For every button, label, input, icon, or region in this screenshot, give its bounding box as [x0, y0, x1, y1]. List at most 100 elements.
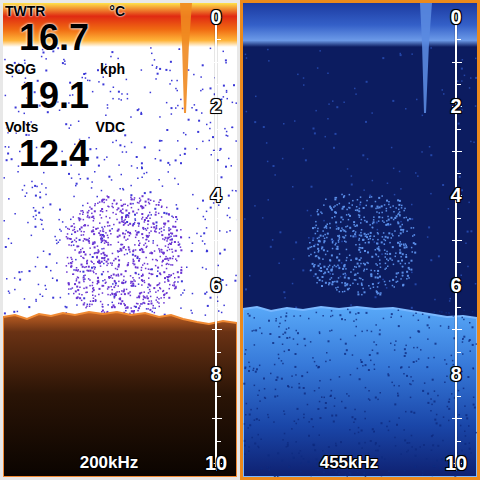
- sonar-return: [156, 221, 158, 223]
- sonar-return: [50, 270, 52, 272]
- fish-return: [166, 264, 168, 266]
- fish-return: [118, 303, 120, 305]
- fish-return: [83, 288, 85, 290]
- fish-return: [178, 244, 180, 246]
- sonar-return: [6, 159, 8, 161]
- sonar-return: [134, 218, 136, 220]
- sonar-return: [191, 107, 193, 109]
- fish-return: [148, 240, 150, 242]
- sonar-return: [355, 93, 357, 95]
- fish-return: [362, 239, 364, 241]
- fish-return: [335, 197, 337, 199]
- fish-return: [378, 246, 380, 248]
- fish-return: [130, 233, 132, 235]
- fish-return: [111, 206, 113, 208]
- sonar-return: [45, 266, 47, 268]
- sonar-panel[interactable]: 0246810 455kHz: [240, 0, 480, 480]
- sonar-return: [151, 53, 153, 55]
- sonar-return: [154, 208, 156, 210]
- fish-return: [114, 306, 116, 308]
- fish-return: [153, 224, 155, 226]
- fish-return: [144, 219, 146, 221]
- sonar-return: [270, 246, 272, 248]
- fish-return: [117, 236, 119, 238]
- fish-return: [93, 289, 95, 291]
- fish-return: [120, 210, 122, 212]
- sonar-return: [156, 225, 158, 227]
- sonar-return: [180, 236, 182, 238]
- sonar-screen: TWTR °C 16.7SOG kph 19.1Volts VDC 12.4 0…: [0, 0, 480, 480]
- fish-return: [344, 277, 346, 279]
- sonar-return: [206, 124, 208, 126]
- fish-return: [392, 205, 394, 207]
- fish-return: [103, 231, 105, 233]
- fish-return: [158, 298, 160, 300]
- fish-return: [312, 263, 314, 265]
- sonar-return: [79, 239, 81, 241]
- sonar-return: [125, 230, 127, 232]
- fish-return: [85, 254, 87, 256]
- fish-return: [92, 295, 94, 297]
- fish-return: [357, 293, 359, 295]
- fish-return: [110, 244, 112, 246]
- sonar-return: [201, 112, 203, 114]
- fish-return: [77, 296, 79, 298]
- fish-return: [314, 227, 316, 229]
- fish-return: [149, 291, 151, 293]
- depth-label: 6: [198, 273, 234, 297]
- sonar-return: [137, 109, 139, 111]
- fish-return: [349, 194, 351, 196]
- fish-return: [400, 232, 402, 234]
- fish-return: [402, 275, 404, 277]
- sonar-return: [138, 274, 140, 276]
- fish-return: [119, 222, 121, 224]
- fish-return: [100, 234, 102, 236]
- sonar-return: [85, 73, 87, 75]
- fish-return: [113, 199, 115, 201]
- fish-return: [88, 241, 90, 243]
- fish-return: [107, 235, 109, 237]
- sonar-return: [170, 236, 172, 238]
- fish-return: [339, 203, 341, 205]
- sonar-return: [225, 166, 227, 168]
- fish-return: [107, 263, 109, 265]
- fish-return: [115, 214, 117, 216]
- fish-return: [97, 277, 99, 279]
- fish-return: [103, 257, 105, 259]
- fish-return: [398, 209, 400, 211]
- sonar-return: [428, 226, 430, 228]
- sonar-return: [72, 241, 74, 243]
- fish-return: [152, 307, 154, 309]
- sonar-return: [9, 292, 11, 294]
- sonar-return: [41, 183, 43, 185]
- sonar-return: [231, 127, 233, 129]
- fish-return: [169, 257, 171, 259]
- fish-return: [383, 222, 385, 224]
- sonar-return: [384, 243, 386, 245]
- fish-return: [361, 284, 363, 286]
- fish-return: [88, 278, 90, 280]
- fish-return: [138, 209, 140, 211]
- fish-return: [79, 293, 81, 295]
- fish-return: [165, 223, 167, 225]
- fish-return: [158, 204, 160, 206]
- fish-return: [122, 282, 124, 284]
- fish-return: [149, 285, 151, 287]
- fish-return: [397, 242, 399, 244]
- sonar-return: [246, 111, 248, 113]
- sonar-return: [400, 53, 402, 55]
- fish-return: [379, 206, 381, 208]
- sonar-return: [345, 274, 347, 276]
- sonar-return: [220, 148, 222, 150]
- fish-return: [155, 291, 157, 293]
- fish-return: [378, 256, 380, 257]
- sonar-return: [141, 166, 143, 168]
- fish-return: [362, 288, 364, 290]
- fish-return: [344, 206, 346, 208]
- sonar-return: [335, 133, 337, 135]
- fish-return: [414, 252, 416, 254]
- frequency-label: 200kHz: [3, 453, 215, 473]
- sonar-panel[interactable]: TWTR °C 16.7SOG kph 19.1Volts VDC 12.4 0…: [0, 0, 240, 480]
- fish-return: [372, 239, 374, 241]
- fish-return: [116, 203, 118, 205]
